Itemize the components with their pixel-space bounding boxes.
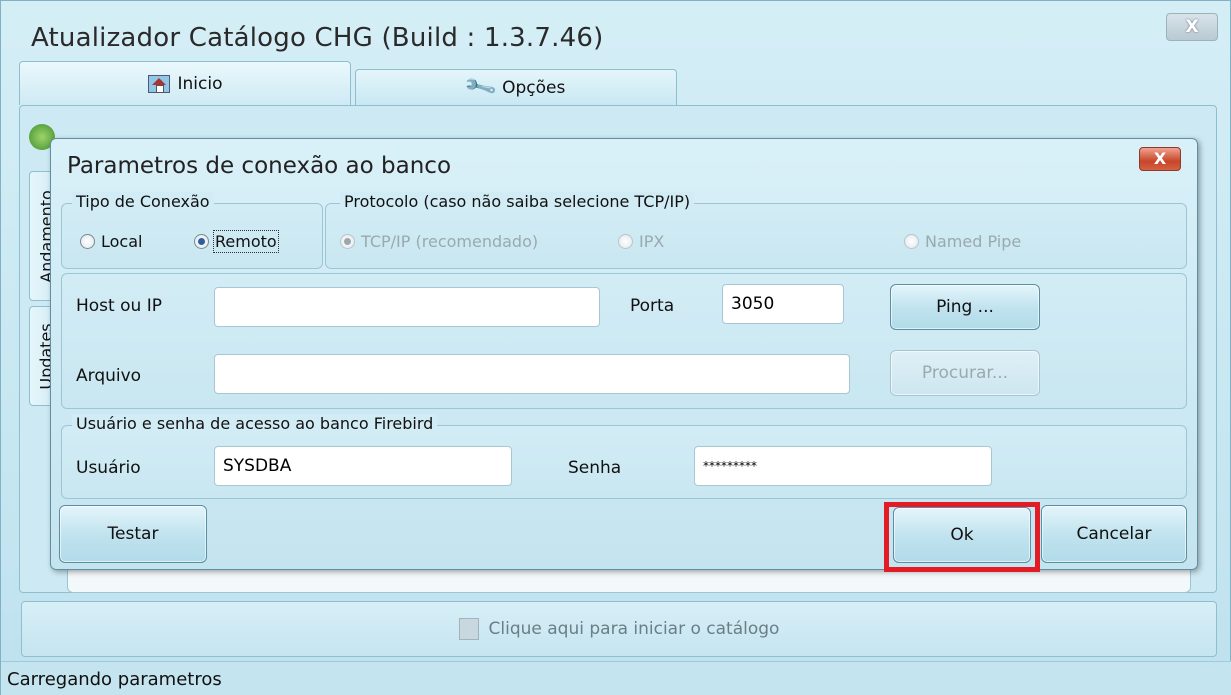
radio-tcpip[interactable]: TCP/IP (recomendado) [340,232,538,251]
senha-label: Senha [568,458,622,478]
protocol-group: Protocolo (caso não saiba selecione TCP/… [325,192,1187,269]
server-group: Host ou IP Porta Ping ... Arquivo Procur… [61,273,1187,409]
connection-dialog: Parametros de conexão ao banco X Tipo de… [50,138,1198,570]
radio-local-label: Local [101,232,143,251]
radio-tcpip-label: TCP/IP (recomendado) [361,232,539,251]
ping-button[interactable]: Ping ... [890,284,1040,330]
ping-button-label: Ping ... [936,297,994,317]
testar-button[interactable]: Testar [59,505,207,563]
catalog-icon [458,618,479,640]
start-catalog-button[interactable]: Clique aqui para iniciar o catálogo [22,602,1216,656]
dialog-close-button[interactable]: X [1139,147,1181,171]
connection-type-group: Tipo de Conexão Local Remoto [61,192,323,269]
tab-opcoes-label: Opções [502,77,566,98]
credentials-group: Usuário e senha de acesso ao banco Fireb… [61,414,1187,499]
senha-input[interactable] [694,446,992,486]
radio-remoto[interactable]: Remoto [194,230,279,253]
cancelar-button[interactable]: Cancelar [1041,505,1187,563]
house-icon [147,74,170,93]
tab-inicio[interactable]: Inicio [19,61,351,105]
radio-remoto-label: Remoto [213,230,279,253]
start-catalog-label: Clique aqui para iniciar o catálogo [488,619,780,639]
procurar-button[interactable]: Procurar... [890,350,1040,396]
arquivo-input[interactable] [214,354,850,394]
status-text: Carregando parametros [7,669,222,690]
connection-type-legend: Tipo de Conexão [72,192,214,211]
porta-label: Porta [630,296,675,316]
procurar-button-label: Procurar... [921,363,1009,383]
bottom-bar: Clique aqui para iniciar o catálogo [21,601,1217,657]
radio-local-button[interactable] [80,234,95,249]
window-close-button[interactable]: X [1166,13,1218,41]
testar-button-label: Testar [107,524,159,544]
protocol-legend: Protocolo (caso não saiba selecione TCP/… [340,192,695,211]
radio-ipx-label: IPX [639,232,665,251]
porta-input[interactable] [722,284,844,324]
ok-button[interactable]: Ok [893,507,1031,563]
radio-local[interactable]: Local [80,232,142,251]
radio-named-pipe[interactable]: Named Pipe [904,232,1021,251]
tab-opcoes[interactable]: 🔧 Opções [355,69,677,105]
tab-inicio-label: Inicio [177,73,223,94]
window-title: Atualizador Catálogo CHG (Build : 1.3.7.… [31,23,604,53]
cancelar-button-label: Cancelar [1076,524,1152,544]
radio-ipx[interactable]: IPX [618,232,664,251]
radio-remoto-button[interactable] [194,234,209,249]
wrench-icon: 🔧 [462,69,499,106]
status-bar: Carregando parametros [1,661,1231,695]
usuario-input[interactable] [214,446,512,486]
radio-named-pipe-label: Named Pipe [925,232,1022,251]
usuario-label: Usuário [76,458,141,478]
host-label: Host ou IP [76,296,162,316]
dialog-title: Parametros de conexão ao banco [67,153,452,179]
credentials-legend: Usuário e senha de acesso ao banco Fireb… [72,414,438,433]
host-input[interactable] [214,287,600,327]
radio-tcpip-button[interactable] [340,234,355,249]
arquivo-label: Arquivo [76,366,142,386]
ok-button-label: Ok [950,525,974,545]
radio-ipx-button[interactable] [618,234,633,249]
radio-named-pipe-button[interactable] [904,234,919,249]
